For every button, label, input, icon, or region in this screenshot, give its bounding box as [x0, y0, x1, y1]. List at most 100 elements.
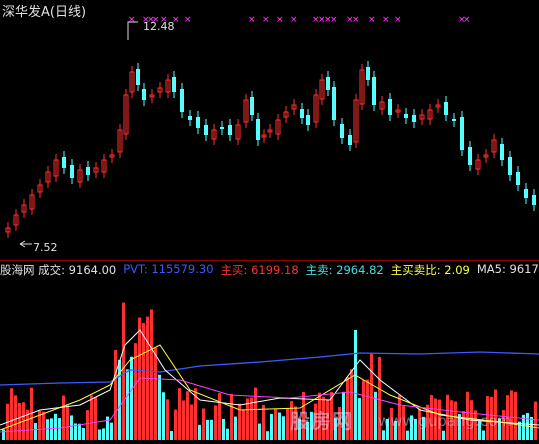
volume-bar — [286, 408, 289, 440]
volume-bar — [370, 353, 373, 440]
candle-body — [516, 172, 520, 185]
volume-bar — [78, 423, 81, 440]
signal-marker: × — [262, 15, 270, 25]
volume-bar — [258, 423, 261, 440]
volume-bar — [226, 428, 229, 440]
candle-body — [444, 102, 448, 115]
candle-body — [70, 165, 74, 178]
chart-title: 深华发A(日线) — [2, 5, 87, 20]
volume-bar — [198, 424, 201, 440]
volume-bar — [234, 416, 237, 440]
candle-body — [452, 119, 456, 121]
volume-bar — [274, 408, 277, 440]
volume-bar — [110, 422, 113, 440]
volume-bar — [270, 413, 273, 440]
volume-bar — [42, 411, 45, 440]
volume-bar — [50, 418, 53, 440]
volume-bar — [354, 330, 357, 440]
volume-bar — [70, 415, 73, 440]
volume-bar — [34, 422, 37, 440]
signal-marker: × — [463, 15, 471, 25]
candle-body — [500, 144, 504, 160]
volume-bar — [382, 430, 385, 440]
watermark-url: www.gupang.com — [378, 412, 512, 430]
volume-bar — [262, 404, 265, 440]
signal-marker: × — [128, 15, 136, 25]
volume-bar — [210, 419, 213, 440]
volume-bar — [126, 369, 129, 440]
volume-bar — [206, 419, 209, 440]
volume-bar — [90, 395, 93, 440]
volume-bar — [266, 431, 269, 440]
volume-bar — [122, 302, 125, 440]
volume-bar — [482, 430, 485, 440]
signal-marker: × — [382, 15, 390, 25]
volume-bar — [178, 388, 181, 440]
volume-bar — [170, 431, 173, 440]
candle-body — [372, 77, 376, 105]
indicator-legend: 股海网 成交: 9164.00 PVT: 115579.30 主买: 6199.… — [0, 262, 539, 278]
candle-body — [340, 124, 344, 138]
candle-body — [532, 195, 536, 205]
candle-body — [412, 115, 416, 122]
candle-body — [250, 97, 254, 115]
buy-sell-ratio-readout: 主买卖比: 2.09 — [390, 263, 470, 277]
volume-bar — [2, 429, 5, 440]
candle-body — [348, 135, 352, 145]
candle-body — [188, 116, 192, 120]
volume-bar — [282, 416, 285, 440]
signal-marker: × — [276, 15, 284, 25]
signal-marker: × — [368, 15, 376, 25]
volume-bar — [358, 398, 361, 440]
volume-bar — [150, 309, 153, 440]
main-sell-readout: 主卖: 2964.82 — [305, 263, 384, 277]
candlestick-chart[interactable]: × ××× × × × × × × × ×××× ×× × × × ×× — [0, 0, 539, 444]
main-buy-readout: 主买: 6199.18 — [220, 263, 299, 277]
candle-body — [306, 115, 310, 125]
candle-body — [326, 77, 330, 90]
volume-bar — [58, 418, 61, 440]
volume-bar — [214, 405, 217, 440]
volume-bar — [98, 429, 101, 440]
candle-body — [228, 125, 232, 135]
volume-bar — [202, 408, 205, 440]
volume-bar — [362, 380, 365, 440]
volume-bar — [366, 379, 369, 440]
volume-bar — [14, 395, 17, 440]
candle-body — [256, 119, 260, 140]
volume-bar — [514, 391, 517, 440]
volume-bar — [66, 405, 69, 440]
signal-marker: × — [352, 15, 360, 25]
volume-bar — [130, 356, 133, 440]
candle-body — [204, 125, 208, 135]
candle-body — [332, 87, 336, 120]
volume-bar — [10, 388, 13, 440]
volume-bar — [154, 347, 157, 440]
volume-bar — [250, 397, 253, 440]
volume-readout: 股海网 成交: 9164.00 — [0, 263, 117, 277]
volume-bar — [62, 395, 65, 440]
volume-bar — [190, 404, 193, 440]
signal-marker: × — [290, 15, 298, 25]
candle-body — [524, 189, 528, 198]
volume-bar — [218, 393, 221, 440]
candle-body — [388, 99, 392, 115]
candle-body — [86, 167, 90, 175]
volume-bar — [254, 387, 257, 440]
volume-bar — [162, 392, 165, 440]
volume-bar — [174, 409, 177, 440]
signal-marker: × — [248, 15, 256, 25]
volume-bar — [94, 396, 97, 440]
candle-body — [220, 127, 224, 129]
candle-body — [196, 117, 200, 128]
signal-marker: × — [394, 15, 402, 25]
volume-bar — [406, 430, 409, 440]
candle-body — [180, 89, 184, 112]
volume-bar — [242, 409, 245, 440]
candle-body — [366, 67, 370, 80]
volume-bar — [54, 413, 57, 440]
volume-bar — [82, 427, 85, 440]
volume-bar — [182, 400, 185, 440]
volume-bar — [530, 416, 533, 440]
ma-line-white — [0, 329, 539, 426]
